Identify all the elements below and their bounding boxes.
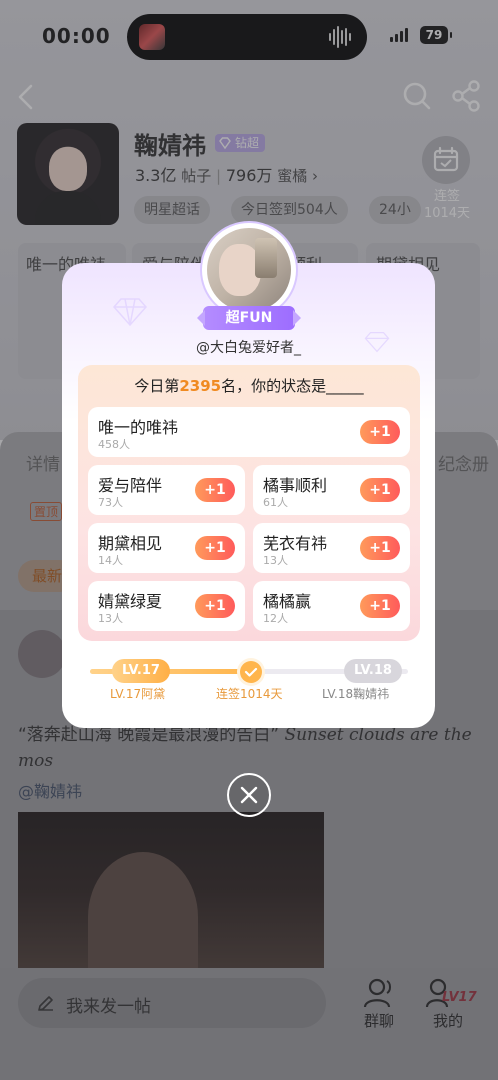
status-option[interactable]: 爱与陪伴 73人 +1 bbox=[88, 465, 245, 515]
status-option-count: 13人 bbox=[263, 554, 288, 567]
status-option-count: 458人 bbox=[98, 438, 130, 451]
status-option-count: 12人 bbox=[263, 612, 288, 625]
plus-one-button[interactable]: +1 bbox=[360, 420, 400, 444]
checkin-streak-label: 连签1014天 bbox=[216, 687, 283, 701]
status-option[interactable]: 橘事顺利 61人 +1 bbox=[253, 465, 410, 515]
rank-number: 2395 bbox=[179, 377, 222, 395]
close-modal-button[interactable] bbox=[227, 773, 271, 817]
check-icon bbox=[240, 661, 262, 683]
status-option-name: 橘事顺利 bbox=[263, 476, 328, 495]
plus-one-button[interactable]: +1 bbox=[195, 536, 235, 560]
plus-one-button[interactable]: +1 bbox=[195, 594, 235, 618]
status-option-count: 14人 bbox=[98, 554, 123, 567]
status-option-name: 橘橘赢 bbox=[263, 592, 312, 611]
user-avatar[interactable] bbox=[207, 228, 291, 312]
plus-one-button[interactable]: +1 bbox=[360, 478, 400, 502]
current-level-label: LV.17阿黛 bbox=[110, 687, 166, 701]
status-option-count: 61人 bbox=[263, 496, 288, 509]
status-option[interactable]: 芜衣有祎 13人 +1 bbox=[253, 523, 410, 573]
status-option-count: 13人 bbox=[98, 612, 123, 625]
plus-one-button[interactable]: +1 bbox=[195, 478, 235, 502]
status-option-count: 73人 bbox=[98, 496, 123, 509]
status-option[interactable]: 橘橘赢 12人 +1 bbox=[253, 581, 410, 631]
status-option[interactable]: 期黛相见 14人 +1 bbox=[88, 523, 245, 573]
rank-prefix: 今日第 bbox=[134, 377, 180, 395]
rank-suffix: 名，你的状态是_____ bbox=[221, 377, 364, 395]
rank-line: 今日第2395名，你的状态是_____ bbox=[78, 375, 420, 396]
status-option-name: 唯一的唯祎 bbox=[98, 418, 179, 437]
next-level-pill: LV.18 bbox=[344, 659, 402, 683]
status-option[interactable]: 唯一的唯祎 458人 +1 bbox=[88, 407, 410, 457]
status-option-name: 芜衣有祎 bbox=[263, 534, 328, 553]
level-progress: LV.17 LV.18 LV.17阿黛 连签1014天 LV.18鞠婧祎 bbox=[82, 659, 415, 701]
status-option-name: 爱与陪伴 bbox=[98, 476, 163, 495]
status-choice-panel: 今日第2395名，你的状态是_____ 唯一的唯祎 458人 +1 爱与陪伴 7… bbox=[78, 365, 420, 641]
next-level-label: LV.18鞠婧祎 bbox=[322, 687, 390, 701]
current-level-pill: LV.17 bbox=[112, 659, 170, 683]
close-icon bbox=[240, 786, 258, 804]
checkin-modal: 超FUN @大白兔爱好者_ 今日第2395名，你的状态是_____ 唯一的唯祎 … bbox=[62, 223, 435, 728]
fun-badge: 超FUN bbox=[203, 306, 295, 330]
status-option-name: 婧黛绿夏 bbox=[98, 592, 163, 611]
diamond-deco-icon bbox=[113, 298, 147, 327]
status-option[interactable]: 婧黛绿夏 13人 +1 bbox=[88, 581, 245, 631]
plus-one-button[interactable]: +1 bbox=[360, 536, 400, 560]
status-option-name: 期黛相见 bbox=[98, 534, 163, 553]
plus-one-button[interactable]: +1 bbox=[360, 594, 400, 618]
username[interactable]: @大白兔爱好者_ bbox=[62, 337, 435, 357]
user-avatar-frame bbox=[202, 223, 296, 317]
